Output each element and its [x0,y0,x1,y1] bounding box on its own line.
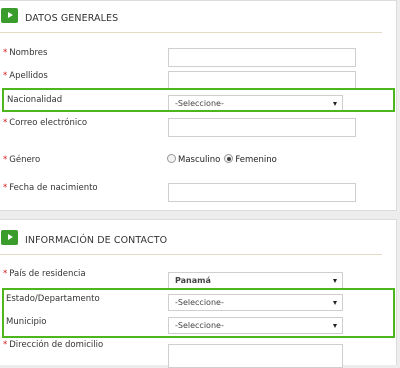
pais-select[interactable]: Panamá [168,272,343,289]
fecha-label: * Fecha de nacimiento [3,183,98,193]
radio-label-femenino: Femenino [235,155,277,165]
required-mark: * [3,183,8,193]
required-mark: * [3,118,8,128]
fecha-input[interactable] [168,183,356,202]
contacto-header: INFORMACIÓN DE CONTACTO [0,226,397,260]
radio-masculino[interactable] [167,154,176,163]
correo-label: * Correo electrónico [3,118,88,128]
nombres-label: * Nombres [3,48,48,58]
direccion-label: * Dirección de domicilio [3,340,104,350]
nombres-input[interactable] [168,48,356,67]
highlight-nacionalidad [2,88,395,112]
required-mark: * [3,340,8,350]
divider [0,32,382,33]
required-mark: * [3,155,8,165]
radio-label-masculino: Masculino [178,155,221,165]
section-title: INFORMACIÓN DE CONTACTO [25,235,168,246]
required-mark: * [3,48,8,58]
radio-femenino[interactable] [224,154,234,163]
pais-label: * País de residencia [3,269,86,279]
genero-radio-group: Masculino Femenino [167,154,281,165]
correo-input[interactable] [168,118,356,137]
apellidos-label: * Apellidos [3,71,48,81]
arrow-right-icon [1,8,18,23]
required-mark: * [3,71,8,81]
section-title: DATOS GENERALES [25,13,119,24]
required-mark: * [3,269,8,279]
genero-label: * Género [3,155,41,165]
datos-generales-header: DATOS GENERALES [0,4,397,38]
arrow-right-icon [1,230,18,245]
chevron-down-icon [333,279,337,283]
pais-value: Panamá [175,276,211,285]
highlight-estado-municipio [2,288,395,338]
divider [0,254,382,255]
direccion-input[interactable] [168,344,343,368]
